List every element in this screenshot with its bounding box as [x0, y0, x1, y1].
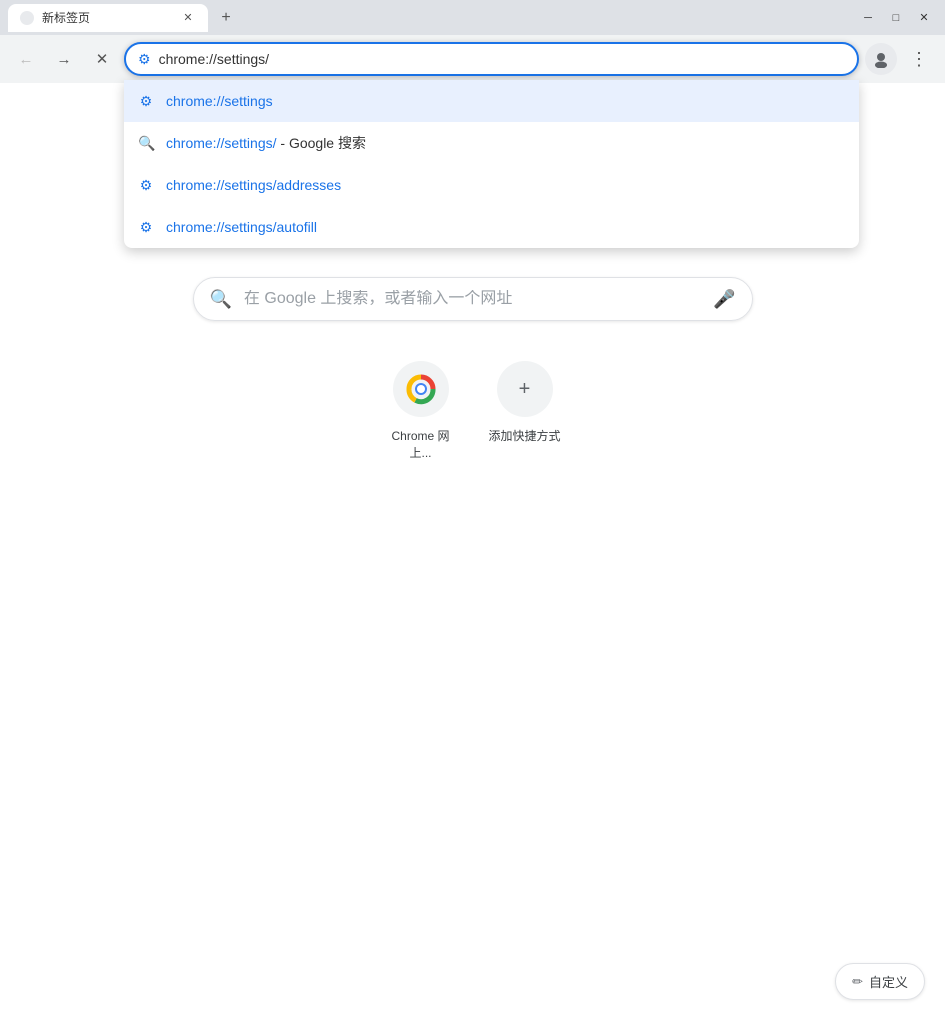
title-bar: 新标签页 ✕ + ─ □ ✕ [0, 0, 945, 35]
tab-title: 新标签页 [42, 9, 172, 26]
shortcut-add-label: 添加快捷方式 [488, 427, 560, 444]
address-bar-container: ⚙ ⚙ chrome://settings 🔍 chrome://setting… [124, 42, 859, 76]
address-bar[interactable]: ⚙ [124, 42, 859, 76]
tab-close-button[interactable]: ✕ [180, 10, 196, 26]
shortcuts-container: Chrome 网上... + 添加快捷方式 [381, 361, 565, 461]
mic-icon[interactable]: 🎤 [713, 289, 735, 310]
address-dropdown: ⚙ chrome://settings 🔍 chrome://settings/… [124, 80, 859, 248]
dropdown-item-search[interactable]: 🔍 chrome://settings/ - Google 搜索 [124, 122, 859, 164]
dropdown-text-blue-3: chrome://settings/ [166, 177, 277, 193]
shortcut-chrome-label: Chrome 网上... [381, 427, 461, 461]
dropdown-item-addresses[interactable]: ⚙ chrome://settings/addresses [124, 164, 859, 206]
search-icon-main: 🔍 [210, 289, 232, 310]
edit-icon: ✏ [852, 974, 863, 990]
nav-bar: ← → ✕ ⚙ ⚙ chrome://settings 🔍 chrome://s… [0, 35, 945, 83]
forward-button[interactable]: → [48, 43, 80, 75]
dropdown-text-suffix-3: addresses [277, 177, 342, 193]
plus-icon: + [519, 378, 531, 401]
gear-icon-2: ⚙ [138, 177, 154, 194]
close-loading-button[interactable]: ✕ [86, 43, 118, 75]
dropdown-item-autofill[interactable]: ⚙ chrome://settings/autofill [124, 206, 859, 248]
restore-button[interactable]: □ [883, 8, 909, 28]
shortcut-add[interactable]: + 添加快捷方式 [485, 361, 565, 461]
profile-button[interactable] [865, 43, 897, 75]
search-input[interactable] [244, 290, 701, 308]
dropdown-item-text-3: chrome://settings/addresses [166, 177, 341, 193]
dropdown-item-text-4: chrome://settings/autofill [166, 219, 317, 235]
minimize-button[interactable]: ─ [855, 8, 881, 28]
customize-label: 自定义 [869, 972, 908, 991]
dropdown-item-settings[interactable]: ⚙ chrome://settings [124, 80, 859, 122]
back-button[interactable]: ← [10, 43, 42, 75]
menu-button[interactable]: ⋮ [903, 43, 935, 75]
address-input[interactable] [159, 51, 845, 67]
dropdown-text-black-2: - Google 搜索 [277, 135, 366, 151]
gear-icon-3: ⚙ [138, 219, 154, 236]
settings-icon: ⚙ [138, 51, 151, 68]
gear-icon: ⚙ [138, 93, 154, 110]
dropdown-text-blue-1: chrome://settings [166, 93, 273, 109]
browser-tab[interactable]: 新标签页 ✕ [8, 4, 208, 32]
dropdown-text-blue-2: chrome://settings/ [166, 135, 277, 151]
close-button[interactable]: ✕ [911, 8, 937, 28]
window-controls: ─ □ ✕ [855, 8, 937, 28]
search-bar[interactable]: 🔍 🎤 [193, 277, 753, 321]
dropdown-item-text-1: chrome://settings [166, 93, 273, 109]
customize-button[interactable]: ✏ 自定义 [835, 963, 925, 1000]
add-icon-container: + [497, 361, 553, 417]
chrome-rainbow-icon [405, 373, 437, 405]
new-tab-button[interactable]: + [212, 4, 240, 32]
dropdown-text-suffix-4: autofill [277, 219, 317, 235]
tab-favicon [20, 11, 34, 25]
dropdown-text-blue-4: chrome://settings/ [166, 219, 277, 235]
dropdown-item-text-2: chrome://settings/ - Google 搜索 [166, 133, 366, 153]
search-icon: 🔍 [138, 135, 154, 152]
shortcut-chrome-web[interactable]: Chrome 网上... [381, 361, 461, 461]
chrome-icon-container [393, 361, 449, 417]
